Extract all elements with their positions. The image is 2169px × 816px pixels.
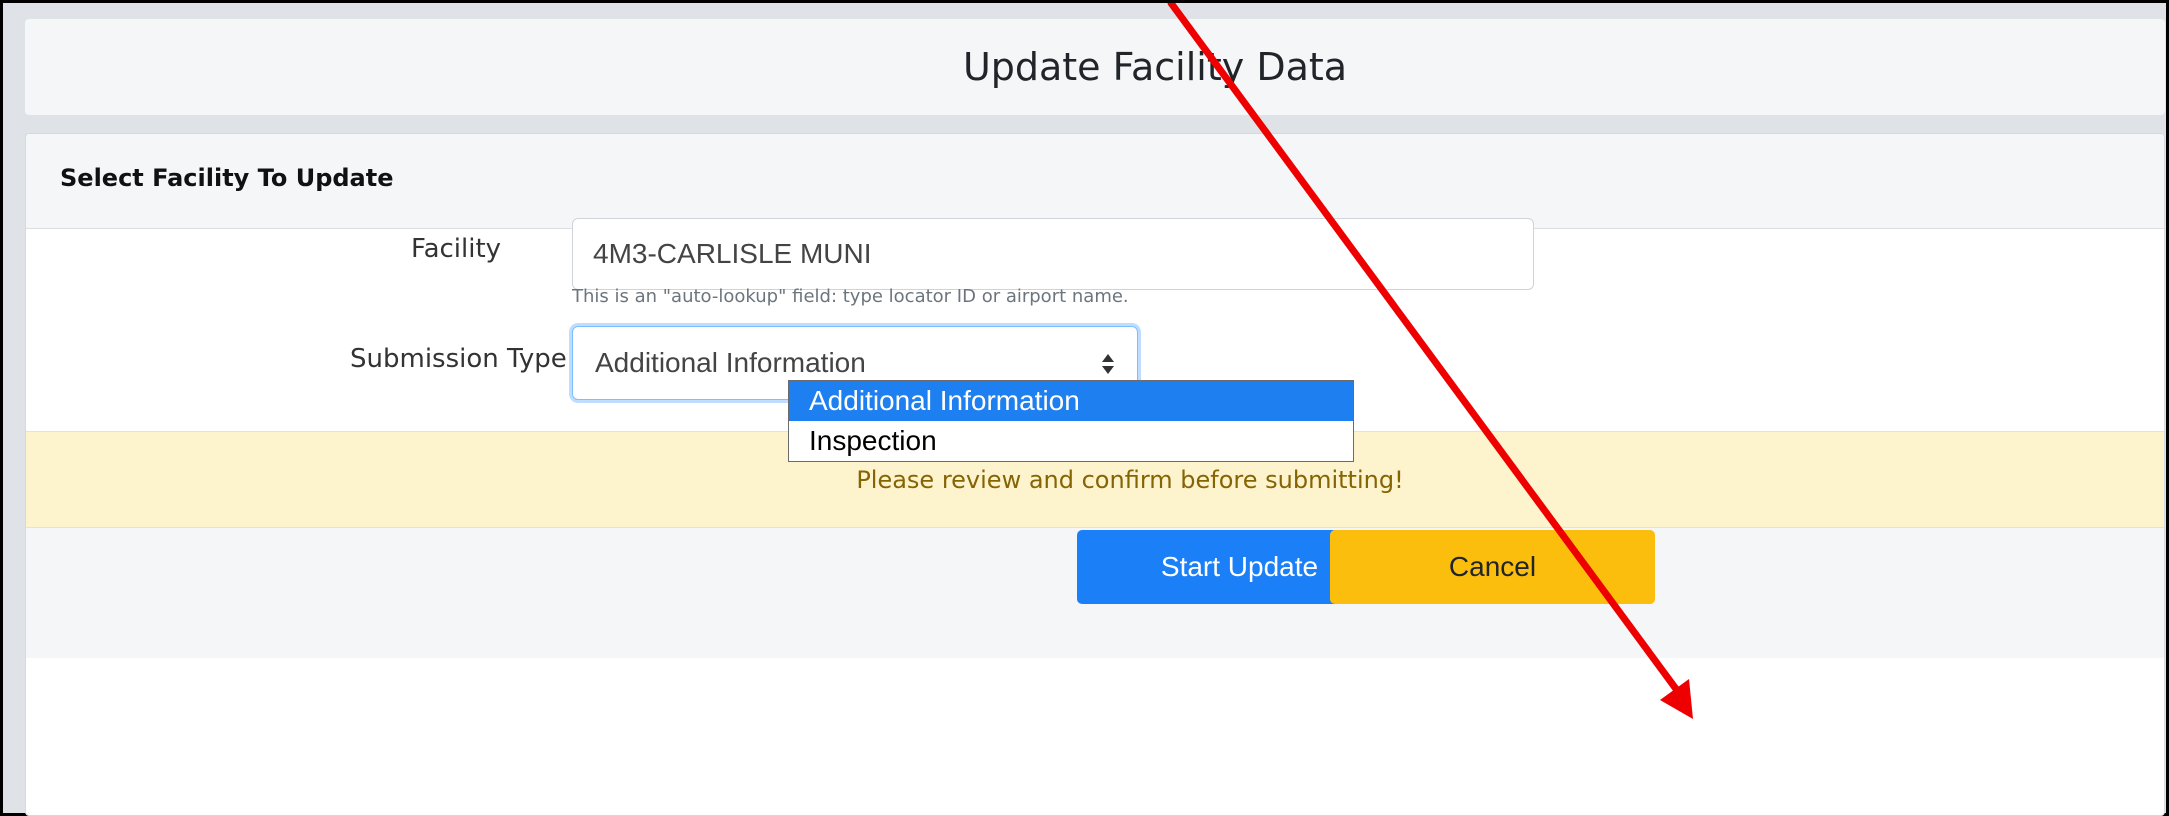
facility-label: Facility bbox=[411, 234, 502, 264]
facility-input[interactable]: 4M3-CARLISLE MUNI bbox=[572, 218, 1534, 290]
cancel-button[interactable]: Cancel bbox=[1330, 530, 1655, 604]
facility-help-text: This is an "auto-lookup" field: type loc… bbox=[572, 286, 1129, 307]
card-title: Select Facility To Update bbox=[60, 164, 394, 192]
card-header: Select Facility To Update bbox=[26, 134, 2164, 229]
screenshot-frame: Update Facility Data Select Facility To … bbox=[0, 0, 2169, 816]
option-additional-information[interactable]: Additional Information bbox=[789, 381, 1353, 421]
submission-type-label: Submission Type bbox=[350, 344, 567, 374]
submission-type-dropdown[interactable]: Additional Information Inspection bbox=[788, 380, 1354, 462]
option-inspection[interactable]: Inspection bbox=[789, 421, 1353, 461]
page-header: Update Facility Data bbox=[25, 19, 2165, 115]
updown-caret-icon bbox=[1102, 354, 1114, 374]
select-facility-card: Select Facility To Update Facility 4M3-C… bbox=[25, 133, 2165, 816]
page-title: Update Facility Data bbox=[962, 45, 1348, 89]
